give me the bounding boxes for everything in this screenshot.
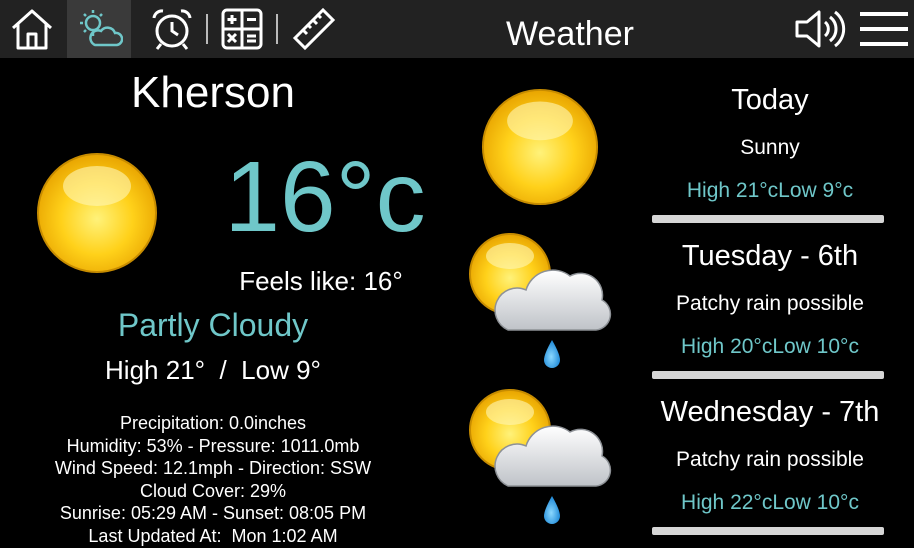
- wind-info: Wind Speed: 12.1mph - Direction: SSW: [54, 458, 372, 479]
- forecast-divider: [652, 215, 884, 223]
- sunny-icon: [481, 88, 599, 206]
- ruler-button[interactable]: [282, 0, 346, 58]
- calculator-button[interactable]: [210, 0, 274, 58]
- sun-cloud-rain-icon: [469, 389, 612, 524]
- nav-separator: [206, 14, 208, 44]
- current-condition: Partly Cloudy: [117, 307, 309, 343]
- forecast-temps: High 20°cLow 10°c: [626, 335, 914, 359]
- weather-details: Precipitation: 0.0inches Humidity: 53% -…: [0, 412, 426, 548]
- top-bar: Weather: [0, 0, 914, 58]
- alarm-button[interactable]: [140, 0, 204, 58]
- forecast-low: Low 10°c: [772, 335, 859, 358]
- home-icon: [11, 9, 53, 50]
- weather-icon: [80, 10, 123, 47]
- forecast-low: Low 9°c: [778, 179, 854, 202]
- forecast-high: High 20°c: [681, 335, 773, 358]
- forecast-condition: Patchy rain possible: [676, 292, 864, 315]
- forecast-divider: [652, 371, 884, 379]
- cloud-cover: Cloud Cover: 29%: [139, 480, 287, 501]
- sunrise-sunset: Sunrise: 05:29 AM - Sunset: 08:05 PM: [59, 503, 367, 524]
- hamburger-menu-icon: [860, 12, 908, 46]
- ruler-icon: [292, 7, 336, 51]
- forecast-condition: Patchy rain possible: [676, 448, 864, 471]
- volume-button[interactable]: [788, 0, 852, 58]
- precipitation: Precipitation: 0.0inches: [119, 413, 307, 433]
- forecast-condition: Sunny: [740, 136, 800, 159]
- forecast-high: High 22°c: [681, 491, 773, 514]
- forecast-divider: [652, 527, 884, 535]
- forecast-day-title: Today: [731, 84, 809, 116]
- forecast-day-title: Tuesday - 6th: [681, 240, 859, 272]
- app-title: Weather: [506, 15, 634, 53]
- menu-button[interactable]: [852, 0, 914, 58]
- weather-button[interactable]: [67, 0, 131, 58]
- nav-separator: [276, 14, 278, 44]
- city-name: Kherson: [131, 68, 295, 117]
- calculator-icon: [221, 8, 263, 50]
- forecast-temps: High 21°cLow 9°c: [626, 179, 914, 203]
- sunny-icon: [37, 153, 157, 273]
- current-temperature: 16°c: [224, 141, 426, 253]
- alarm-clock-icon: [152, 9, 192, 50]
- speaker-volume-icon: [795, 10, 846, 48]
- forecast-temps: High 22°cLow 10°c: [626, 491, 914, 515]
- sun-cloud-rain-icon: [469, 233, 612, 368]
- forecast-low: Low 10°c: [772, 491, 859, 514]
- high-low: High 21° / Low 9°: [105, 355, 321, 385]
- humidity-pressure: Humidity: 53% - Pressure: 1011.0mb: [66, 435, 360, 456]
- forecast-day-title: Wednesday - 7th: [660, 396, 880, 428]
- forecast-high: High 21°c: [686, 179, 779, 202]
- feels-like: Feels like: 16°: [239, 266, 403, 296]
- last-updated: Last Updated At: Mon 1:02 AM: [88, 525, 338, 546]
- home-button[interactable]: [0, 0, 64, 58]
